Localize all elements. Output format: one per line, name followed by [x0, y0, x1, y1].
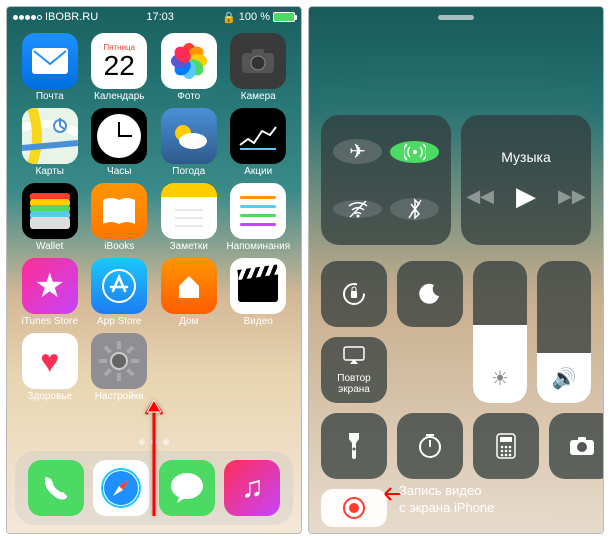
cellular-toggle[interactable]	[390, 141, 439, 163]
rotation-lock-button[interactable]	[321, 261, 387, 327]
screen-record-button[interactable]	[321, 489, 387, 527]
app-home[interactable]: Дом	[156, 258, 222, 327]
airplay-icon	[342, 345, 366, 370]
speaker-icon: 🔊	[552, 366, 577, 391]
flashlight-button[interactable]	[321, 413, 387, 479]
grabber-handle[interactable]	[438, 15, 474, 20]
next-track-icon[interactable]: ▶▶	[558, 186, 586, 207]
connectivity-tile[interactable]: ✈	[321, 115, 451, 245]
dock-safari[interactable]	[93, 460, 149, 516]
screen-mirroring-button[interactable]: Повтор экрана	[321, 337, 387, 403]
battery-pct: 100 %	[239, 11, 270, 23]
volume-slider[interactable]: 🔊	[537, 261, 591, 403]
airplane-toggle[interactable]: ✈	[333, 139, 382, 164]
rotation-lock-icon: 🔒	[222, 11, 236, 24]
app-maps[interactable]: Карты	[17, 108, 83, 177]
calculator-button[interactable]	[473, 413, 539, 479]
app-appstore[interactable]: App Store	[87, 258, 153, 327]
app-video[interactable]: Видео	[226, 258, 292, 327]
app-mail[interactable]: Почта	[17, 33, 83, 102]
app-reminders[interactable]: Напоминания	[226, 183, 292, 252]
do-not-disturb-button[interactable]	[397, 261, 463, 327]
swipe-up-arrow	[142, 398, 166, 523]
status-bar: IBOBR.RU 17:03 🔒 100 %	[7, 7, 301, 27]
music-label: Музыка	[501, 149, 551, 165]
app-itunes[interactable]: ★iTunes Store	[17, 258, 83, 327]
app-notes[interactable]: Заметки	[156, 183, 222, 252]
music-tile[interactable]: Музыка ◀◀ ▶ ▶▶	[461, 115, 591, 245]
battery-icon	[273, 12, 295, 22]
app-settings[interactable]: Настройки	[87, 333, 153, 402]
record-icon	[343, 497, 365, 519]
play-icon[interactable]: ▶	[516, 181, 536, 212]
clock-time: 17:03	[146, 11, 174, 23]
bluetooth-toggle[interactable]	[390, 198, 439, 220]
app-camera[interactable]: Камера	[226, 33, 292, 102]
wifi-toggle[interactable]	[333, 200, 382, 218]
dock-music[interactable]: ♫	[224, 460, 280, 516]
annotation-text: Запись видео с экрана iPhone	[399, 483, 593, 517]
app-grid: Почта Пятница22Календарь Фото Камера Кар…	[7, 27, 301, 408]
sun-icon: ☀	[491, 366, 509, 391]
heart-icon: ♥	[40, 343, 59, 380]
dock-phone[interactable]	[28, 460, 84, 516]
home-screen: IBOBR.RU 17:03 🔒 100 % Почта Пятница22Ка…	[6, 6, 302, 534]
prev-track-icon[interactable]: ◀◀	[466, 186, 494, 207]
control-center: ✈ Музыка ◀◀ ▶ ▶▶ Повтор экрана ☀ 🔊	[308, 6, 604, 534]
camera-button[interactable]	[549, 413, 604, 479]
app-stocks[interactable]: Акции	[226, 108, 292, 177]
carrier-label: IBOBR.RU	[45, 11, 98, 23]
brightness-slider[interactable]: ☀	[473, 261, 527, 403]
dock-messages[interactable]	[159, 460, 215, 516]
app-photos[interactable]: Фото	[156, 33, 222, 102]
app-calendar[interactable]: Пятница22Календарь	[87, 33, 153, 102]
timer-button[interactable]	[397, 413, 463, 479]
app-weather[interactable]: Погода	[156, 108, 222, 177]
app-health[interactable]: ♥Здоровье	[17, 333, 83, 402]
app-ibooks[interactable]: iBooks	[87, 183, 153, 252]
app-clock[interactable]: Часы	[87, 108, 153, 177]
app-wallet[interactable]: Wallet	[17, 183, 83, 252]
